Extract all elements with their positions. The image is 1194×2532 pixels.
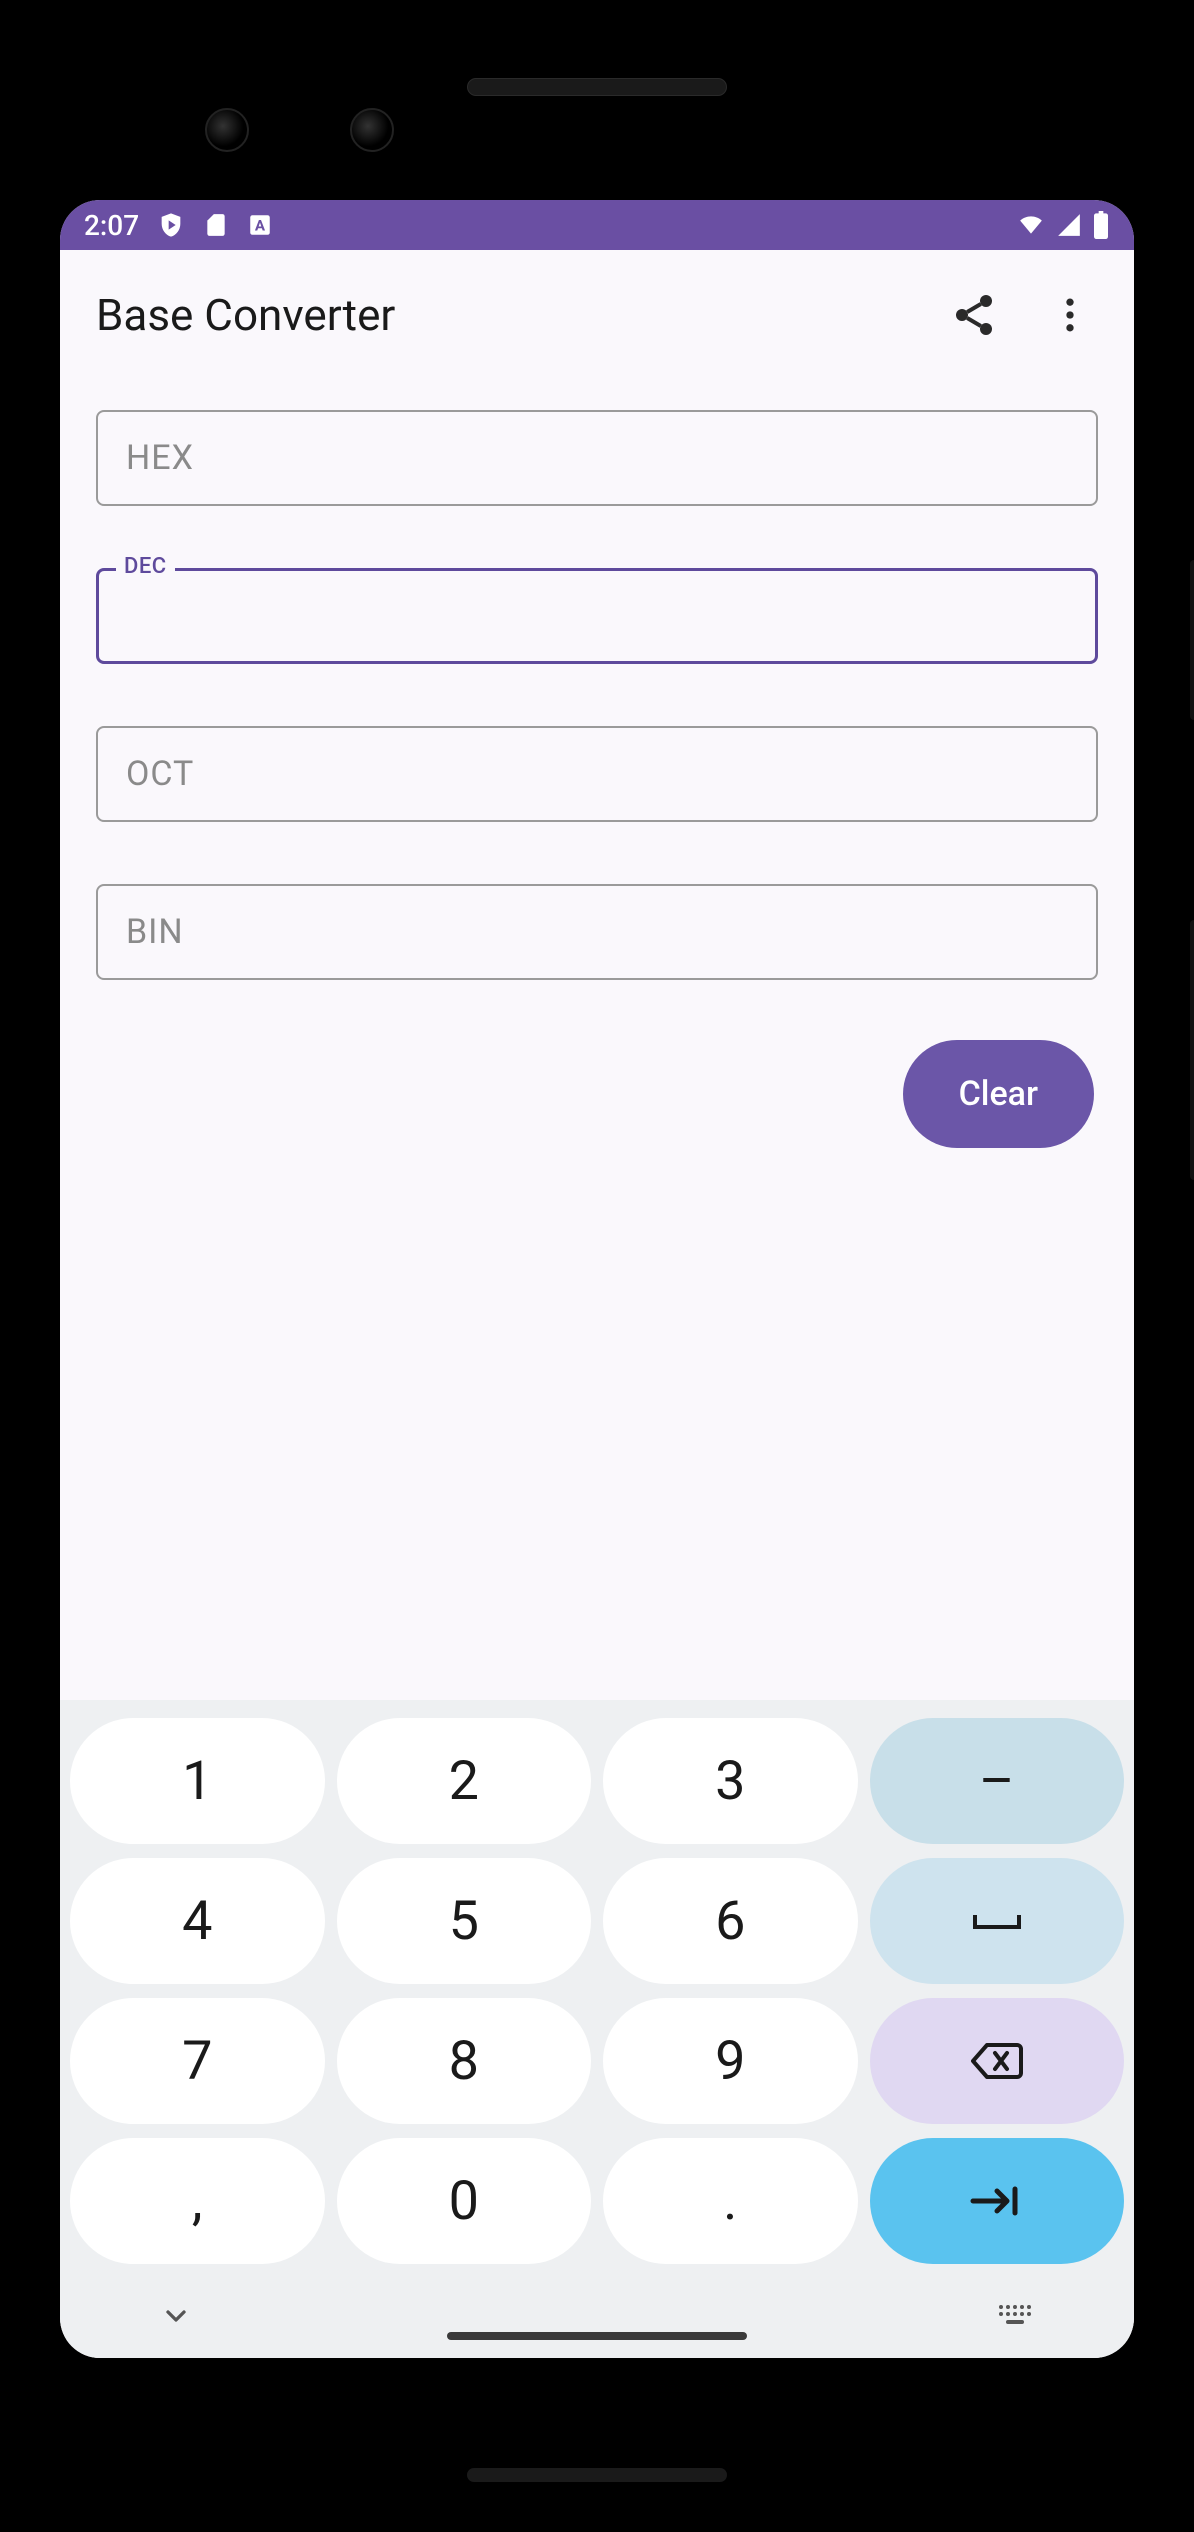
shield-play-icon <box>157 211 185 239</box>
key-9[interactable]: 9 <box>603 1998 858 2124</box>
backspace-key[interactable] <box>870 1998 1125 2124</box>
dec-input[interactable] <box>96 568 1098 664</box>
device-frame: 2:07 A <box>0 0 1194 2532</box>
svg-text:A: A <box>255 216 266 234</box>
screen: 2:07 A <box>60 200 1134 2358</box>
collapse-keyboard-button[interactable] <box>160 2300 192 2336</box>
dec-label: DEC <box>116 554 175 579</box>
battery-icon <box>1092 211 1110 239</box>
app-bar-actions <box>946 287 1098 343</box>
clear-row: Clear <box>96 1040 1098 1148</box>
content: DEC Clear <box>60 380 1134 1700</box>
key-0[interactable]: 0 <box>337 2138 592 2264</box>
key-2[interactable]: 2 <box>337 1718 592 1844</box>
tab-next-key[interactable] <box>870 2138 1125 2264</box>
oct-field <box>96 726 1098 822</box>
key-row-4: , 0 . <box>70 2138 1124 2264</box>
front-camera-2 <box>350 108 394 152</box>
sd-card-icon <box>203 212 229 238</box>
app-bar: Base Converter <box>60 250 1134 380</box>
dec-field: DEC <box>96 568 1098 664</box>
space-icon <box>969 1905 1025 1937</box>
key-period[interactable]: . <box>603 2138 858 2264</box>
backspace-icon <box>969 2039 1025 2083</box>
key-5[interactable]: 5 <box>337 1858 592 1984</box>
key-row-1: 1 2 3 – <box>70 1718 1124 1844</box>
hex-input[interactable] <box>96 410 1098 506</box>
key-7[interactable]: 7 <box>70 1998 325 2124</box>
hex-field <box>96 410 1098 506</box>
space-key[interactable] <box>870 1858 1125 1984</box>
share-icon <box>950 291 998 339</box>
dash-key[interactable]: – <box>870 1718 1125 1844</box>
key-6[interactable]: 6 <box>603 1858 858 1984</box>
side-button <box>1190 560 1194 720</box>
tab-icon <box>967 2183 1027 2219</box>
key-row-2: 4 5 6 <box>70 1858 1124 1984</box>
speaker-grille <box>467 78 727 96</box>
oct-input[interactable] <box>96 726 1098 822</box>
keyboard-settings-button[interactable] <box>996 2302 1034 2334</box>
keyboard-nav-row <box>70 2278 1124 2358</box>
side-button <box>1190 920 1194 1180</box>
more-vert-icon <box>1048 293 1092 337</box>
gesture-handle[interactable] <box>447 2332 747 2340</box>
chevron-down-icon <box>160 2300 192 2332</box>
status-right <box>1016 211 1110 239</box>
key-1[interactable]: 1 <box>70 1718 325 1844</box>
bin-input[interactable] <box>96 884 1098 980</box>
key-4[interactable]: 4 <box>70 1858 325 1984</box>
page-title: Base Converter <box>96 289 946 341</box>
field-group: DEC <box>96 410 1098 980</box>
status-bar: 2:07 A <box>60 200 1134 250</box>
more-options-button[interactable] <box>1042 287 1098 343</box>
key-row-3: 7 8 9 <box>70 1998 1124 2124</box>
key-comma[interactable]: , <box>70 2138 325 2264</box>
soft-keyboard: 1 2 3 – 4 5 6 7 8 9 <box>60 1700 1134 2358</box>
front-camera <box>205 108 249 152</box>
clear-button[interactable]: Clear <box>903 1040 1094 1148</box>
share-button[interactable] <box>946 287 1002 343</box>
key-8[interactable]: 8 <box>337 1998 592 2124</box>
cell-signal-icon <box>1056 212 1082 238</box>
language-a-icon: A <box>247 212 273 238</box>
bin-field <box>96 884 1098 980</box>
keyboard-dots-icon <box>996 2302 1034 2330</box>
bottom-speaker <box>467 2468 727 2482</box>
wifi-icon <box>1016 212 1046 238</box>
key-3[interactable]: 3 <box>603 1718 858 1844</box>
status-time: 2:07 <box>84 209 139 242</box>
status-left: 2:07 A <box>84 209 273 242</box>
